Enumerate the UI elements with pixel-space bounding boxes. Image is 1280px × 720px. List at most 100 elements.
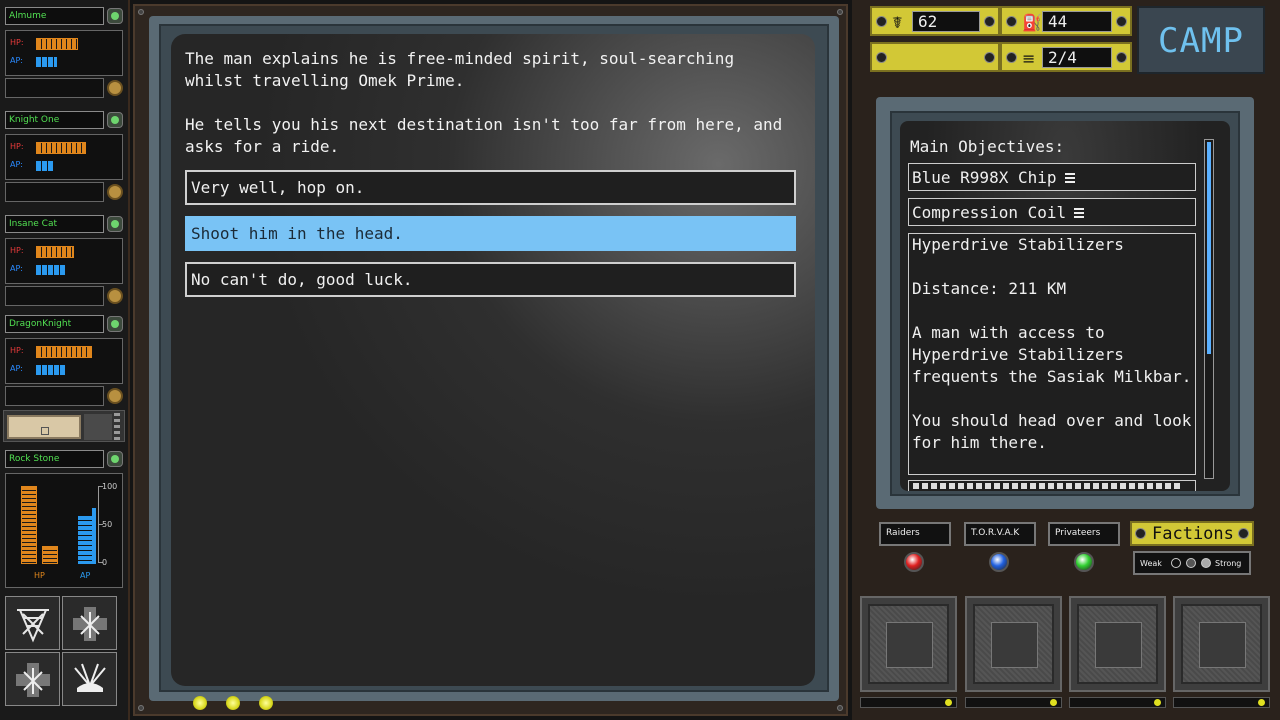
camp-button[interactable]: CAMP bbox=[1137, 6, 1265, 74]
equipment-slot[interactable] bbox=[5, 78, 104, 98]
shield-ability-icon[interactable] bbox=[62, 596, 117, 650]
member-name: Knight One bbox=[5, 111, 104, 129]
objective-distance: Distance: 211 KM bbox=[912, 279, 1067, 298]
slot-status-bar bbox=[860, 697, 957, 708]
hp-label: HP: bbox=[10, 38, 24, 47]
status-indicator-icon[interactable] bbox=[107, 216, 123, 232]
medium-circle-icon bbox=[1186, 558, 1196, 568]
parts-count: 2/4 bbox=[1042, 47, 1112, 68]
member-stats: HP: AP: bbox=[5, 338, 123, 384]
coin-icon[interactable] bbox=[107, 388, 123, 404]
status-indicator-icon[interactable] bbox=[107, 8, 123, 24]
party-panel: Almume HP: AP: Knight One HP: AP: Insane… bbox=[0, 0, 130, 720]
objectives-scrollbar[interactable] bbox=[1204, 139, 1214, 479]
fan-ability-icon[interactable] bbox=[62, 652, 117, 706]
coin-icon[interactable] bbox=[107, 184, 123, 200]
hp-label: HP: bbox=[10, 246, 24, 255]
grab-ability-icon[interactable] bbox=[5, 652, 60, 706]
objective-description: A man with access to Hyperdrive Stabiliz… bbox=[912, 323, 1192, 386]
indicator-lamp bbox=[226, 696, 240, 710]
chain-icon bbox=[114, 413, 120, 441]
ap-label: AP: bbox=[10, 160, 23, 169]
scale-label: 0 bbox=[102, 558, 108, 567]
resource-empty[interactable] bbox=[870, 42, 1000, 72]
objective-detail-title: Hyperdrive Stabilizers bbox=[912, 235, 1124, 254]
party-member-rock-stone[interactable]: Rock Stone 100 50 0 HP AP bbox=[3, 448, 125, 593]
parts-icon: ≡ bbox=[1022, 49, 1036, 68]
empty-slot-icon bbox=[1077, 604, 1158, 684]
cargo-slot-3[interactable] bbox=[1069, 596, 1166, 692]
resource-crew[interactable]: ☤ 62 bbox=[870, 6, 1000, 36]
slot-status-bar bbox=[1069, 697, 1166, 708]
member-name: Almume bbox=[5, 7, 104, 25]
objective-item[interactable]: Blue R998X Chip bbox=[908, 163, 1196, 191]
hp-bar bbox=[36, 142, 86, 154]
status-indicator-icon[interactable] bbox=[107, 451, 123, 467]
resource-fuel[interactable]: ⛽ 44 bbox=[1000, 6, 1132, 36]
hp-bar bbox=[36, 38, 78, 50]
faction-strength-legend: Weak Strong bbox=[1133, 551, 1251, 575]
faction-privateers[interactable]: Privateers bbox=[1048, 522, 1120, 546]
objectives-screen: Main Objectives: Blue R998X Chip Compres… bbox=[900, 121, 1230, 491]
strong-label: Strong bbox=[1215, 559, 1242, 568]
indicator-lamp bbox=[259, 696, 273, 710]
ability-grid bbox=[5, 596, 121, 708]
equipment-slot[interactable] bbox=[5, 182, 104, 202]
empty-slot-icon bbox=[973, 604, 1054, 684]
fuel-can-icon: ⛽ bbox=[1022, 13, 1042, 32]
dialog-screen: The man explains he is free-minded spiri… bbox=[171, 34, 815, 686]
objectives-title: Main Objectives: bbox=[910, 137, 1065, 156]
member-name: Rock Stone bbox=[5, 450, 104, 468]
resource-parts[interactable]: ≡ 2/4 bbox=[1000, 42, 1132, 72]
faction-torvak[interactable]: T.O.R.V.A.K bbox=[964, 522, 1036, 546]
status-indicator-icon[interactable] bbox=[107, 112, 123, 128]
member-name: Insane Cat bbox=[5, 215, 104, 233]
vehicle-icon bbox=[7, 415, 81, 439]
dialog-choice-2[interactable]: Shoot him in the head. bbox=[185, 216, 796, 251]
scroll-thumb[interactable] bbox=[1207, 142, 1211, 354]
member-stats: HP: AP: bbox=[5, 134, 123, 180]
dialog-choice-3[interactable]: No can't do, good luck. bbox=[185, 262, 796, 297]
ap-axis-label: AP bbox=[80, 571, 91, 580]
empty-slot-icon bbox=[1181, 604, 1262, 684]
objective-hint: You should head over and look for him th… bbox=[912, 411, 1192, 452]
ap-bar bbox=[36, 365, 65, 375]
dialog-choice-1[interactable]: Very well, hop on. bbox=[185, 170, 796, 205]
net-ability-icon[interactable] bbox=[5, 596, 60, 650]
ap-label: AP: bbox=[10, 56, 23, 65]
member-stats: HP: AP: bbox=[5, 238, 123, 284]
fuel-count: 44 bbox=[1042, 11, 1112, 32]
empty-slot-icon bbox=[868, 604, 949, 684]
ap-label: AP: bbox=[10, 264, 23, 273]
coin-icon[interactable] bbox=[107, 288, 123, 304]
vehicle-selector[interactable] bbox=[3, 410, 125, 442]
scale-label: 50 bbox=[102, 520, 113, 529]
torvak-status-light bbox=[989, 552, 1009, 572]
ap-label: AP: bbox=[10, 364, 23, 373]
faction-raiders[interactable]: Raiders bbox=[879, 522, 951, 546]
dialog-paragraph: The man explains he is free-minded spiri… bbox=[185, 49, 735, 90]
ap-bar bbox=[36, 161, 53, 171]
hp-gauge bbox=[21, 486, 37, 564]
objective-item[interactable]: Compression Coil bbox=[908, 198, 1196, 226]
status-indicator-icon[interactable] bbox=[107, 316, 123, 332]
strong-circle-icon bbox=[1201, 558, 1211, 568]
cargo-slot-1[interactable] bbox=[860, 596, 957, 692]
member-stats: HP: AP: bbox=[5, 30, 123, 76]
privateers-status-light bbox=[1074, 552, 1094, 572]
hp-axis-label: HP bbox=[34, 571, 45, 580]
equipment-slot[interactable] bbox=[5, 286, 104, 306]
dialog-text: The man explains he is free-minded spiri… bbox=[185, 48, 785, 180]
coin-icon[interactable] bbox=[107, 80, 123, 96]
slot-status-bar bbox=[965, 697, 1062, 708]
objective-item-partial[interactable] bbox=[908, 480, 1196, 491]
cargo-slot-2[interactable] bbox=[965, 596, 1062, 692]
objective-detail[interactable]: Hyperdrive Stabilizers Distance: 211 KM … bbox=[908, 233, 1196, 475]
hp-bar bbox=[36, 246, 74, 258]
factions-button[interactable]: Factions bbox=[1130, 521, 1254, 546]
slot-status-bar bbox=[1173, 697, 1270, 708]
ap-bar bbox=[36, 265, 65, 275]
indicator-lamp bbox=[193, 696, 207, 710]
equipment-slot[interactable] bbox=[5, 386, 104, 406]
cargo-slot-4[interactable] bbox=[1173, 596, 1270, 692]
